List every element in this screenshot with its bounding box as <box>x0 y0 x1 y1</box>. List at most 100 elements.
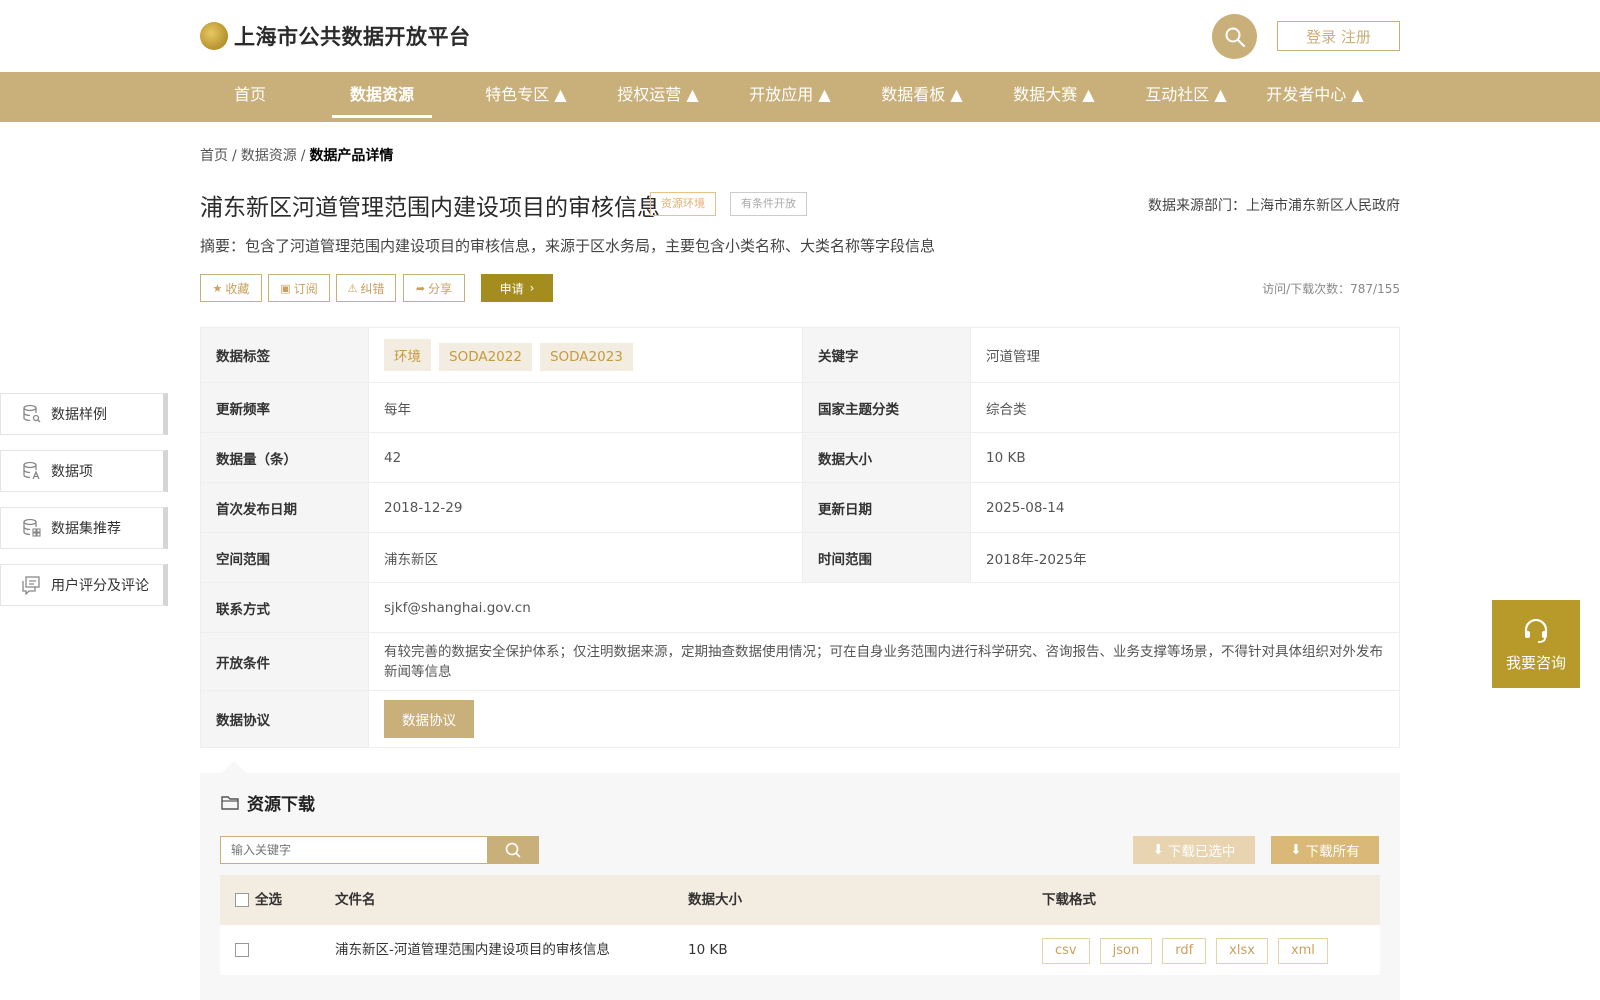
nav-item-dashboard[interactable]: 数据看板 ▲ <box>862 72 982 122</box>
table-row: 数据量（条） 42 数据大小 10 KB <box>200 432 1400 483</box>
visit-download-count: 访问/下载次数：787/155 <box>1262 282 1400 296</box>
breadcrumb-home[interactable]: 首页 <box>200 148 228 164</box>
nav-item-competition[interactable]: 数据大赛 ▲ <box>994 72 1114 122</box>
open-type-tag: 有条件开放 <box>730 192 807 216</box>
site-logo[interactable]: 上海市公共数据开放平台 <box>200 21 471 51</box>
download-selected-button[interactable]: ⬇ 下载已选中 <box>1133 836 1255 864</box>
format-json-button[interactable]: json <box>1099 938 1153 964</box>
metadata-table: 数据标签 环境 SODA2022 SODA2023 关键字 河道管理 更新频率 每年… <box>200 327 1400 748</box>
select-all-cell: 全选 <box>235 875 282 925</box>
tag-chip[interactable]: 环境 <box>384 339 431 371</box>
nav-item-data-resources[interactable]: 数据资源 <box>332 72 432 118</box>
correct-button[interactable]: ⚠ 纠错 <box>336 274 396 302</box>
consult-label: 我要咨询 <box>1505 653 1566 672</box>
keyword-value: 河道管理 <box>970 327 1400 383</box>
table-row: 浦东新区-河道管理范围内建设项目的审核信息 10 KB csv json rdf xl… <box>220 925 1380 975</box>
database-search-icon <box>23 404 41 423</box>
breadcrumb-section[interactable]: 数据资源 <box>241 148 297 164</box>
summary-text: 摘要：包含了河道管理范围内建设项目的审核信息，来源于区水务局，主要包含小类名称、… <box>200 237 936 255</box>
row-select-cell <box>235 925 255 975</box>
space-range-value: 浦东新区 <box>368 532 803 583</box>
nav-item-special-zones[interactable]: 特色专区 ▲ <box>466 72 586 122</box>
headset-icon <box>1524 618 1548 643</box>
file-table-header: 全选 文件名 数据大小 下载格式 <box>220 875 1380 925</box>
login-register-button[interactable]: 登录 注册 <box>1277 21 1400 51</box>
count-value: 42 <box>368 432 803 483</box>
breadcrumb: 首页 / 数据资源 / 数据产品详情 <box>200 145 393 165</box>
page-title: 浦东新区河道管理范围内建设项目的审核信息 <box>200 195 660 221</box>
contact-label: 联系方式 <box>200 582 369 633</box>
apply-label: 申请 <box>499 281 524 296</box>
share-icon: ➦ <box>415 281 426 295</box>
sidebar-item-label: 数据项 <box>51 464 93 480</box>
apply-button[interactable]: 申请 › <box>481 274 553 302</box>
sidebar-item-data-sample[interactable]: 数据样例 <box>0 393 168 435</box>
time-range-label: 时间范围 <box>802 532 971 583</box>
main-nav: 首页 数据资源 特色专区 ▲ 授权运营 ▲ 开放应用 ▲ 数据看板 ▲ 数据大赛… <box>0 72 1600 122</box>
top-header: 上海市公共数据开放平台 登录 注册 <box>0 0 1600 72</box>
protocol-label: 数据协议 <box>200 690 369 748</box>
download-title-text: 资源下载 <box>247 795 315 815</box>
format-xlsx-button[interactable]: xlsx <box>1216 938 1268 964</box>
row-checkbox[interactable] <box>235 943 249 957</box>
table-row: 数据协议 数据协议 <box>200 690 1400 748</box>
tags-value: 环境 SODA2022 SODA2023 <box>368 327 803 383</box>
table-row: 开放条件 有较完善的数据安全保护体系；仅注明数据来源，定期抽查数据使用情况；可在… <box>200 632 1400 691</box>
sidebar-item-ratings-comments[interactable]: 用户评分及评论 <box>0 564 168 606</box>
download-icon: ⬇ <box>1290 842 1302 858</box>
format-xml-button[interactable]: xml <box>1277 938 1328 964</box>
breadcrumb-current: 数据产品详情 <box>309 148 394 164</box>
database-grid-icon <box>23 518 41 537</box>
nav-item-authorized-ops[interactable]: 授权运营 ▲ <box>598 72 718 122</box>
search-icon <box>1225 27 1245 47</box>
sidebar-item-data-items[interactable]: 数据项 <box>0 450 168 492</box>
nav-item-developer[interactable]: 开发者中心 ▲ <box>1260 72 1370 122</box>
col-filename: 文件名 <box>335 892 376 908</box>
select-all-checkbox[interactable] <box>235 893 249 907</box>
download-all-button[interactable]: ⬇ 下载所有 <box>1271 836 1379 864</box>
tags-label: 数据标签 <box>200 327 369 383</box>
favorite-button[interactable]: ★ 收藏 <box>200 274 262 302</box>
sidebar-item-dataset-recommend[interactable]: 数据集推荐 <box>0 507 168 549</box>
consult-button[interactable]: 我要咨询 <box>1492 600 1580 688</box>
subscribe-button[interactable]: ▣ 订阅 <box>268 274 330 302</box>
nav-item-home[interactable]: 首页 <box>220 72 280 122</box>
col-format: 下载格式 <box>1042 892 1096 908</box>
theme-value: 综合类 <box>970 382 1400 433</box>
logo-emblem-icon <box>200 22 228 50</box>
source-department: 数据来源部门：上海市浦东新区人民政府 <box>1148 198 1400 214</box>
data-protocol-button[interactable]: 数据协议 <box>384 700 474 738</box>
count-label: 数据量（条） <box>200 432 369 483</box>
file-size: 10 KB <box>688 942 728 958</box>
select-all-label: 全选 <box>255 892 282 908</box>
download-title: 资源下载 <box>220 790 315 815</box>
download-selected-label: 下载已选中 <box>1167 844 1236 860</box>
nav-item-open-apps[interactable]: 开放应用 ▲ <box>730 72 850 122</box>
contact-value[interactable]: sjkf@shanghai.gov.cn <box>368 582 1400 633</box>
update-date-value: 2025-08-14 <box>970 482 1400 533</box>
format-rdf-button[interactable]: rdf <box>1162 938 1207 964</box>
size-value: 10 KB <box>970 432 1400 483</box>
tag-chip[interactable]: SODA2022 <box>439 343 532 371</box>
table-row: 更新频率 每年 国家主题分类 综合类 <box>200 382 1400 433</box>
share-label: 分享 <box>428 281 453 296</box>
search-icon <box>505 842 521 858</box>
update-date-label: 更新日期 <box>802 482 971 533</box>
tag-chip[interactable]: SODA2023 <box>539 343 633 371</box>
comment-icon <box>22 576 40 595</box>
nav-item-community[interactable]: 互动社区 ▲ <box>1126 72 1246 122</box>
file-search-button[interactable] <box>487 836 539 864</box>
size-label: 数据大小 <box>802 432 971 483</box>
chevron-right-icon: › <box>529 281 535 295</box>
bookmark-icon: ▣ <box>280 281 291 295</box>
col-size: 数据大小 <box>688 892 742 908</box>
database-text-icon <box>23 461 40 480</box>
share-button[interactable]: ➦ 分享 <box>403 274 465 302</box>
format-csv-button[interactable]: csv <box>1042 938 1090 964</box>
search-button[interactable] <box>1212 14 1257 59</box>
space-range-label: 空间范围 <box>200 532 369 583</box>
protocol-cell: 数据协议 <box>368 690 1400 748</box>
file-search-input[interactable] <box>220 836 488 864</box>
section-pointer <box>222 761 246 773</box>
format-buttons: csv json rdf xlsx xml <box>1042 925 1338 975</box>
